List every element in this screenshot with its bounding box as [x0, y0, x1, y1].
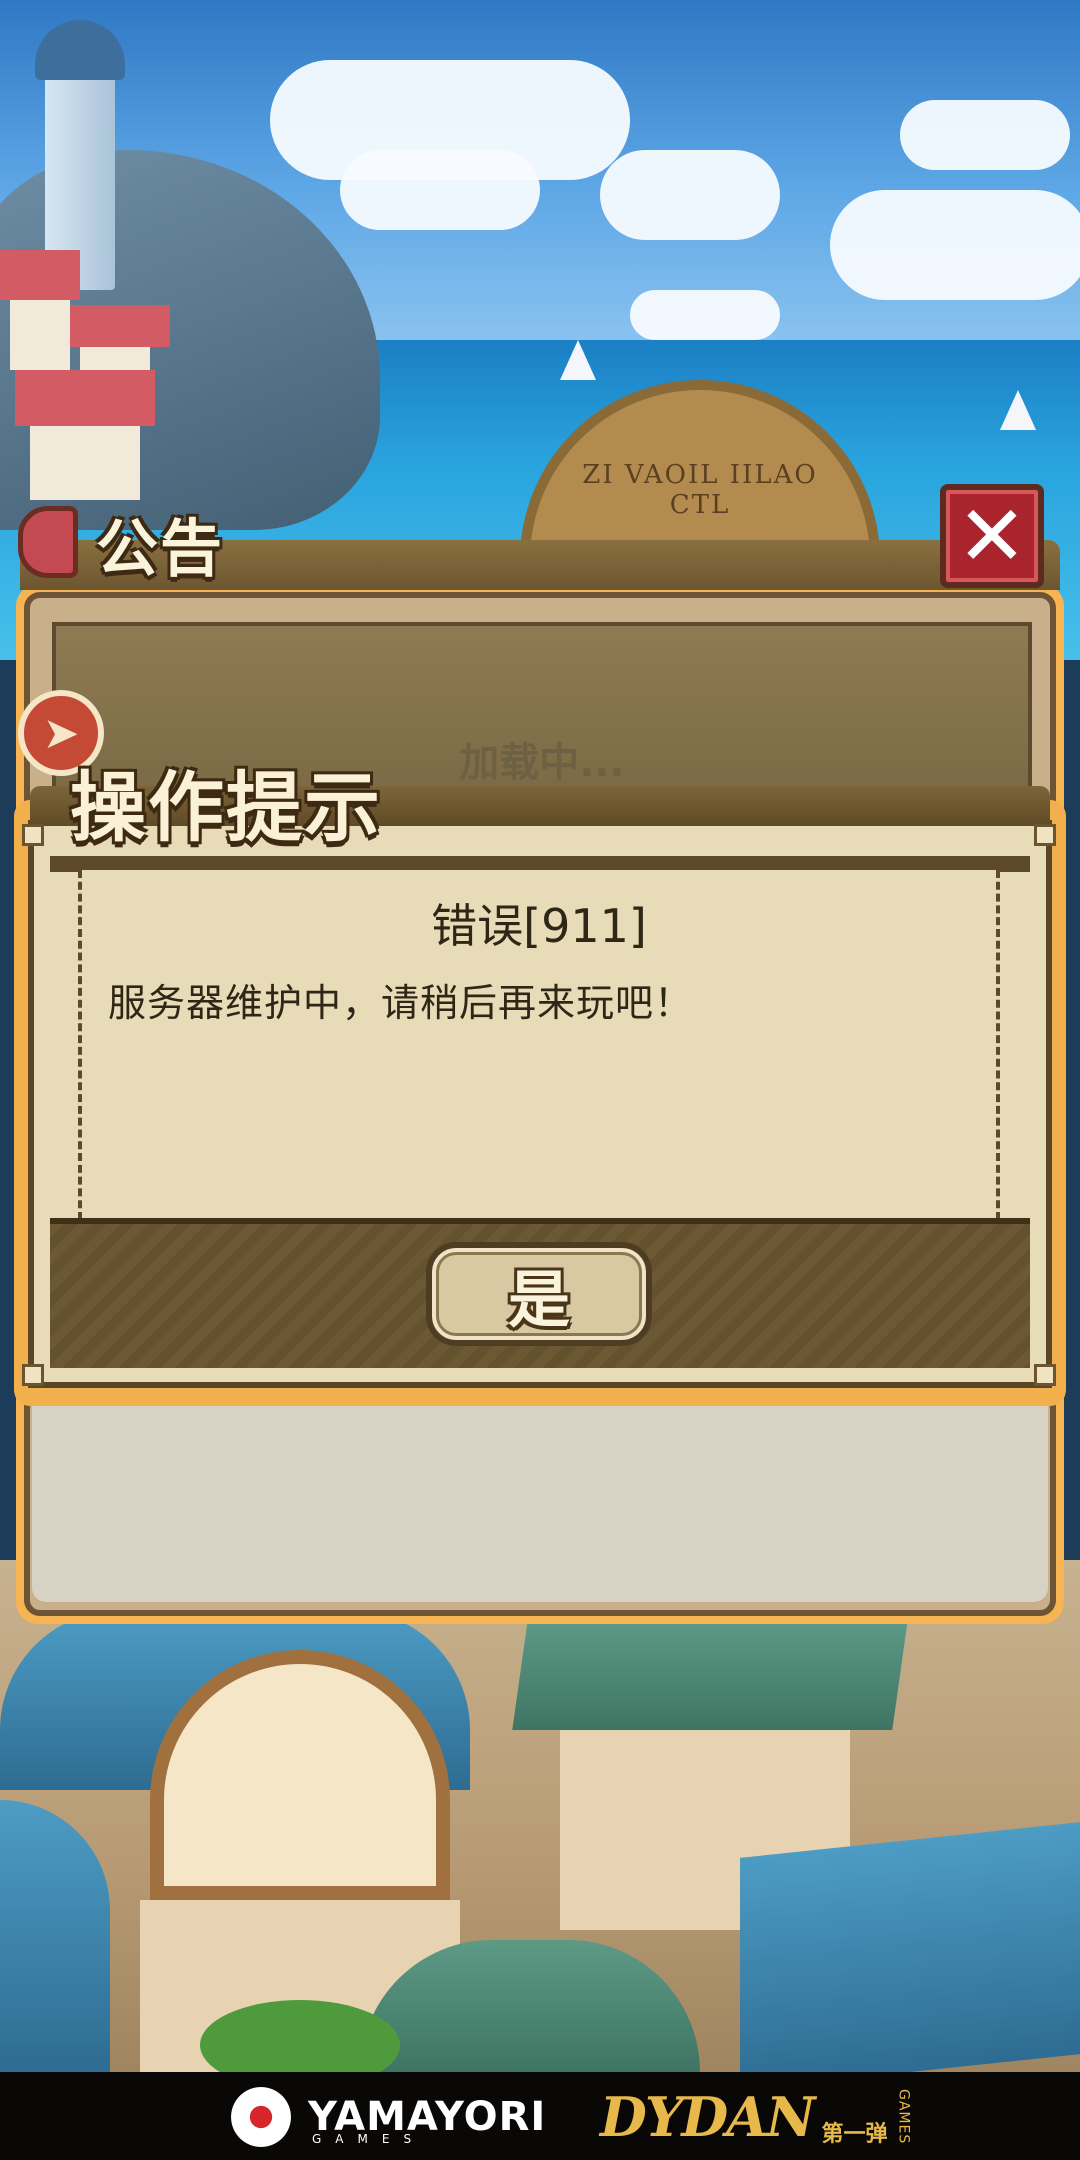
game-logo-text: ZI VAOIL IILAO CTL	[582, 460, 818, 520]
dydan-logo-text: DYDAN	[600, 2085, 815, 2149]
corner-bolt	[22, 1364, 44, 1386]
house	[10, 290, 70, 370]
house-roof	[0, 250, 80, 300]
house	[30, 420, 140, 500]
close-x-icon: ✕	[956, 487, 1028, 585]
blue-roof	[740, 1822, 1080, 2072]
cloud	[900, 100, 1070, 170]
house-roof	[70, 305, 170, 347]
cloud	[600, 150, 780, 240]
corner-bolt	[22, 824, 44, 846]
corner-bolt	[1034, 1364, 1056, 1386]
cloud	[830, 190, 1080, 300]
announcement-title: 公告	[96, 512, 225, 585]
sailboat	[560, 340, 596, 380]
sailboat	[1000, 390, 1036, 430]
corner-bolt	[1034, 824, 1056, 846]
dydan-logo-cn-text: 第一弹	[821, 2122, 888, 2147]
scroll-icon	[18, 506, 78, 578]
error-code-title: 错误[911]	[431, 899, 647, 953]
house-roof	[15, 370, 155, 426]
yamayori-logo-subtext: GAMES	[312, 2132, 426, 2146]
dydan-logo-games-text: GAMES	[895, 2089, 912, 2145]
flower-logo-icon	[226, 2082, 296, 2152]
dydan-logo: DYDAN 第一弹 GAMES	[600, 2082, 911, 2152]
close-button[interactable]: ✕	[940, 484, 1044, 588]
cloud	[340, 150, 540, 230]
dialog-title: 操作提示	[70, 763, 382, 852]
green-roof	[512, 1620, 908, 1730]
announcement-lower-area	[32, 1390, 1048, 1602]
cloud	[630, 290, 780, 340]
confirm-button[interactable]: 是	[426, 1242, 652, 1346]
confirm-button-label: 是	[507, 1263, 570, 1336]
error-message-text: 服务器维护中，请稍后再来玩吧！	[108, 981, 694, 1025]
